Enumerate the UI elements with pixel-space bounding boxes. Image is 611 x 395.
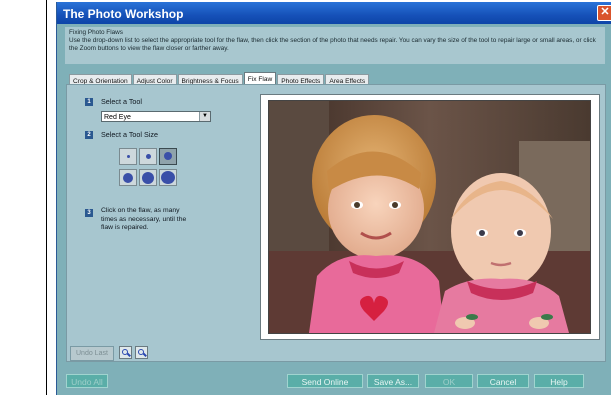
photo-workshop-window: The Photo Workshop ✕ Fixing Photo Flaws … xyxy=(56,2,611,395)
left-margin-rule xyxy=(46,0,47,395)
zoom-out-button[interactable] xyxy=(135,346,148,359)
tool-select-value: Red Eye xyxy=(104,114,131,121)
dropdown-arrow-icon[interactable]: ▼ xyxy=(199,112,210,121)
help-button[interactable]: Help xyxy=(534,374,584,388)
close-button[interactable]: ✕ xyxy=(597,5,611,21)
step-3-label: Click on the flaw, as many times as nece… xyxy=(101,207,187,231)
undo-all-button[interactable]: Undo All xyxy=(66,374,108,388)
size-5-dot-icon xyxy=(142,172,154,184)
ok-button[interactable]: OK xyxy=(425,374,473,388)
tool-size-3-button[interactable] xyxy=(159,148,177,165)
step-1-badge: 1 xyxy=(85,98,93,106)
save-as-button[interactable]: Save As... xyxy=(367,374,419,388)
fix-flaw-panel: 1 Select a Tool Red Eye ▼ 2 Select a Too… xyxy=(66,84,606,362)
window-title: The Photo Workshop xyxy=(63,7,184,21)
tool-size-5-button[interactable] xyxy=(139,169,157,186)
title-bar[interactable]: The Photo Workshop ✕ xyxy=(57,2,611,24)
tool-size-4-button[interactable] xyxy=(119,169,137,186)
instructions-box: Fixing Photo Flaws Use the drop-down lis… xyxy=(65,27,605,64)
step-2-badge: 2 xyxy=(85,131,93,139)
instructions-heading: Fixing Photo Flaws xyxy=(69,29,123,36)
step-1-label: Select a Tool xyxy=(101,97,143,106)
zoom-in-button[interactable] xyxy=(119,346,132,359)
size-6-dot-icon xyxy=(161,171,175,184)
tool-size-1-button[interactable] xyxy=(119,148,137,165)
tool-size-2-button[interactable] xyxy=(139,148,157,165)
children-photo xyxy=(269,101,590,333)
tool-size-6-button[interactable] xyxy=(159,169,177,186)
cancel-button[interactable]: Cancel xyxy=(477,374,529,388)
size-2-dot-icon xyxy=(146,154,151,159)
photo-canvas[interactable] xyxy=(268,100,591,334)
size-4-dot-icon xyxy=(123,173,133,183)
undo-last-button[interactable]: Undo Last xyxy=(70,346,114,361)
step-3-badge: 3 xyxy=(85,209,93,217)
tab-strip: Crop & Orientation Adjust Color Brightness… xyxy=(69,70,370,88)
step-2-label: Select a Tool Size xyxy=(101,130,159,139)
photo-preview-frame xyxy=(260,94,600,340)
size-1-dot-icon xyxy=(127,155,130,158)
send-online-button[interactable]: Send Online xyxy=(287,374,363,388)
tool-select[interactable]: Red Eye ▼ xyxy=(101,111,211,122)
instructions-body: Use the drop-down list to select the app… xyxy=(69,37,596,52)
size-3-dot-icon xyxy=(164,152,172,160)
